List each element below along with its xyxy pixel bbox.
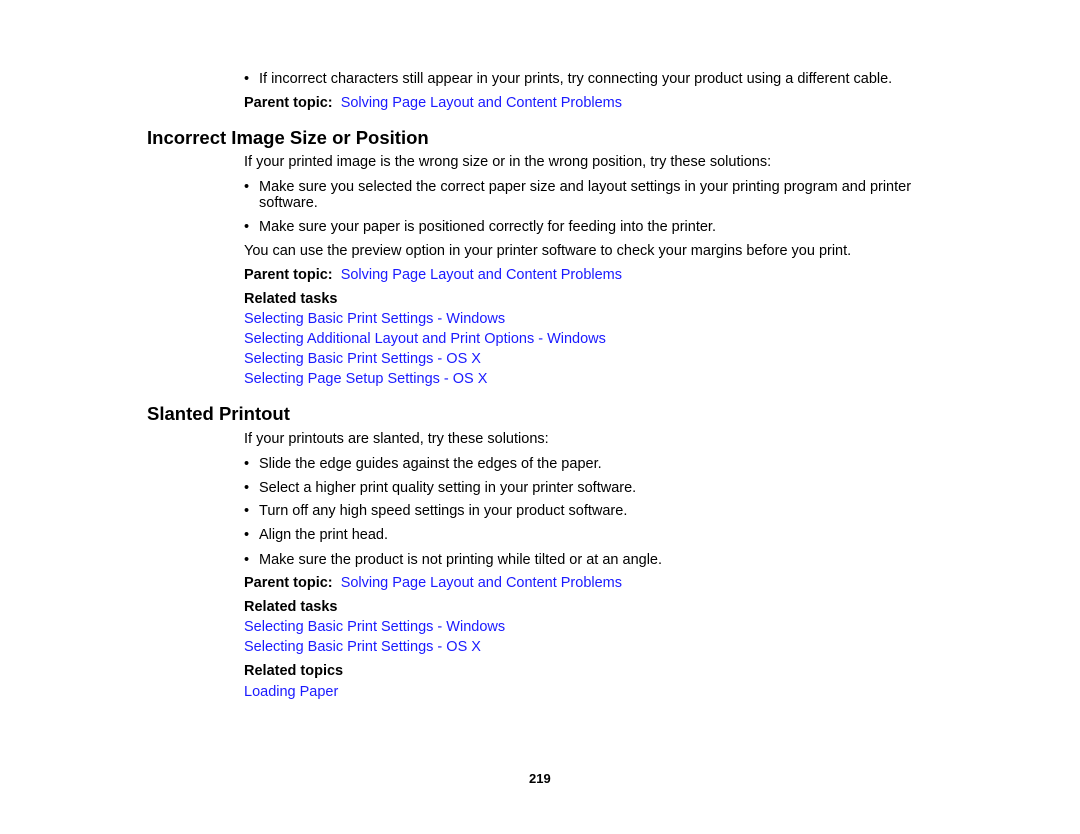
section-note: You can use the preview option in your p… [244, 243, 852, 259]
bullet-text: Select a higher print quality setting in… [259, 480, 637, 496]
bullet-text-continuation: software. [259, 195, 318, 211]
bullet-icon: • [244, 552, 250, 568]
parent-topic-link[interactable]: Solving Page Layout and Content Problems [341, 267, 622, 283]
related-task-link[interactable]: Selecting Basic Print Settings - OS X [244, 639, 481, 656]
bullet-text: Make sure your paper is positioned corre… [259, 219, 716, 235]
bullet-icon: • [244, 71, 250, 87]
bullet-icon: • [244, 219, 250, 235]
parent-topic-link[interactable]: Solving Page Layout and Content Problems [341, 95, 622, 111]
bullet-icon: • [244, 456, 250, 472]
bullet-icon: • [244, 179, 250, 195]
bullet-icon: • [244, 503, 250, 519]
parent-topic-label: Parent topic: [244, 267, 337, 283]
bullet-text: Align the print head. [259, 527, 388, 543]
parent-topic-link[interactable]: Solving Page Layout and Content Problems [341, 575, 622, 591]
section-heading-slanted-printout: Slanted Printout [147, 403, 290, 424]
page-number: 219 [529, 771, 551, 786]
related-task-link[interactable]: Selecting Basic Print Settings - Windows [244, 619, 505, 636]
related-task-link[interactable]: Selecting Additional Layout and Print Op… [244, 331, 606, 348]
bullet-text: Turn off any high speed settings in your… [259, 503, 628, 519]
parent-topic-line: Parent topic: Solving Page Layout and Co… [244, 575, 622, 592]
bullet-text: Slide the edge guides against the edges … [259, 456, 602, 472]
related-task-link[interactable]: Selecting Basic Print Settings - Windows [244, 311, 505, 328]
bullet-text: If incorrect characters still appear in … [259, 71, 893, 87]
section-intro: If your printouts are slanted, try these… [244, 431, 549, 447]
related-task-link[interactable]: Selecting Basic Print Settings - OS X [244, 351, 481, 368]
parent-topic-label: Parent topic: [244, 575, 337, 591]
related-task-link[interactable]: Selecting Page Setup Settings - OS X [244, 371, 487, 388]
bullet-icon: • [244, 480, 250, 496]
related-topics-label: Related topics [244, 663, 344, 679]
bullet-text: Make sure the product is not printing wh… [259, 552, 663, 568]
related-tasks-label: Related tasks [244, 599, 338, 615]
parent-topic-line: Parent topic: Solving Page Layout and Co… [244, 267, 622, 284]
related-tasks-label: Related tasks [244, 291, 338, 307]
related-topic-link[interactable]: Loading Paper [244, 684, 338, 701]
bullet-icon: • [244, 527, 250, 543]
section-intro: If your printed image is the wrong size … [244, 154, 772, 170]
parent-topic-line: Parent topic: Solving Page Layout and Co… [244, 95, 622, 112]
parent-topic-label: Parent topic: [244, 95, 337, 111]
bullet-text: Make sure you selected the correct paper… [259, 179, 912, 195]
section-heading-incorrect-image-size: Incorrect Image Size or Position [147, 127, 429, 148]
